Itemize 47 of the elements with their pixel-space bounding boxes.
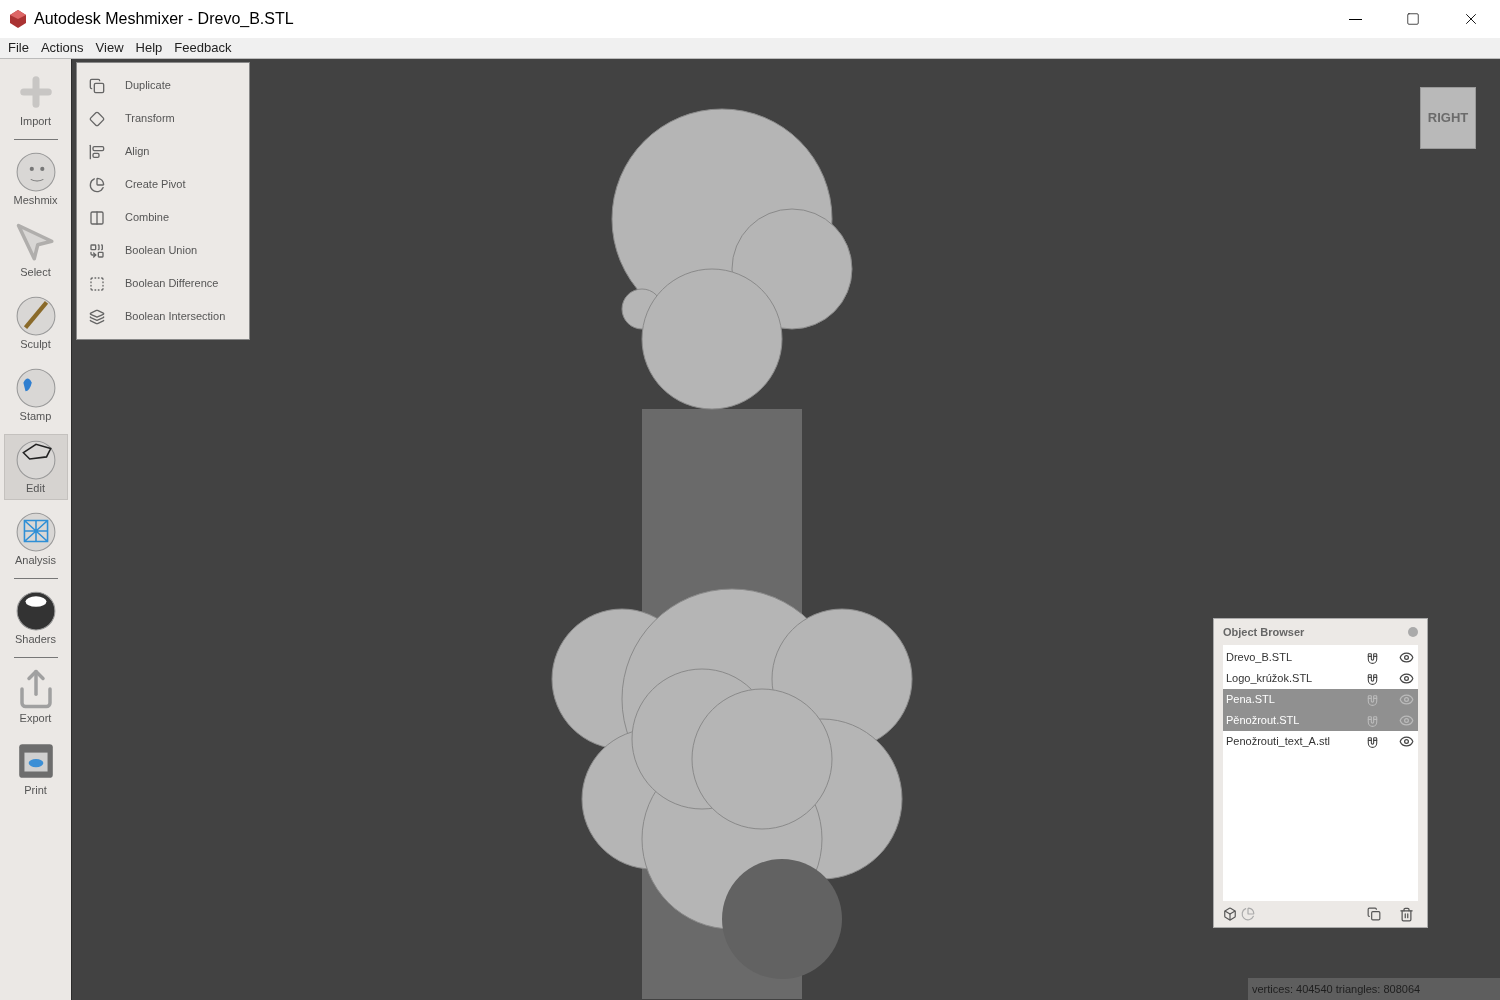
edit-menu-item[interactable]: Combine [77, 201, 249, 234]
menu-item[interactable]: File [2, 38, 35, 58]
eye-icon[interactable] [1399, 734, 1414, 749]
object-row[interactable]: Drevo_B.STL [1223, 647, 1418, 668]
menu-item-icon [89, 143, 105, 160]
trash-icon[interactable] [1399, 906, 1414, 922]
eye-icon[interactable] [1399, 650, 1414, 665]
menu-item-icon [89, 275, 105, 292]
tool-button[interactable]: Export [3, 664, 68, 730]
tool-button[interactable]: Analysis [3, 506, 68, 572]
tool-button[interactable]: Meshmix [3, 146, 68, 212]
maximize-icon [1406, 12, 1420, 26]
tool-button[interactable]: Select [3, 218, 68, 284]
menu-item-icon [89, 308, 105, 325]
menu-item[interactable]: View [89, 38, 130, 58]
edit-menu-item[interactable]: Boolean Intersection [77, 300, 249, 333]
edit-menu-item[interactable]: Create Pivot [77, 168, 249, 201]
tool-button[interactable]: Import [3, 67, 68, 133]
menu-item[interactable]: Actions [34, 38, 90, 58]
tool-button[interactable]: Sculpt [3, 290, 68, 356]
edit-menu-item[interactable]: Boolean Union [77, 234, 249, 267]
arrow-cursor-icon [14, 221, 57, 264]
duplicate-icon[interactable] [1367, 907, 1381, 921]
panel-title: Object Browser [1223, 624, 1305, 640]
edit-menu-item[interactable]: Duplicate [77, 69, 249, 102]
menu-item[interactable]: Feedback [168, 38, 238, 58]
eye-icon[interactable] [1399, 671, 1414, 686]
menu-item-icon [89, 242, 105, 259]
menu-item-icon [89, 176, 105, 193]
object-row[interactable]: Penožrouti_text_A.stl [1223, 731, 1418, 752]
minimize-icon [1348, 18, 1362, 20]
app-logo-icon [8, 9, 28, 29]
tool-button[interactable]: Edit [3, 434, 68, 500]
edit-menu-item[interactable]: Transform [77, 102, 249, 135]
edit-menu-item[interactable]: Align [77, 135, 249, 168]
object-row[interactable]: Logo_krúžok.STL [1223, 668, 1418, 689]
menu-item-icon [89, 110, 105, 127]
tool-button[interactable]: Shaders [3, 585, 68, 651]
menu-item-icon [89, 77, 105, 94]
window-title: Autodesk Meshmixer - Drevo_B.STL [34, 9, 294, 29]
cube-icon[interactable] [1223, 907, 1237, 921]
menu-item[interactable]: Help [129, 38, 169, 58]
tool-button[interactable]: Stamp [3, 362, 68, 428]
status-bar: vertices: 404540 triangles: 808064 [1248, 978, 1500, 1000]
menu-item-icon [89, 209, 105, 226]
edit-menu-item[interactable]: Boolean Difference [77, 267, 249, 300]
tool-button[interactable]: Print [3, 736, 68, 802]
